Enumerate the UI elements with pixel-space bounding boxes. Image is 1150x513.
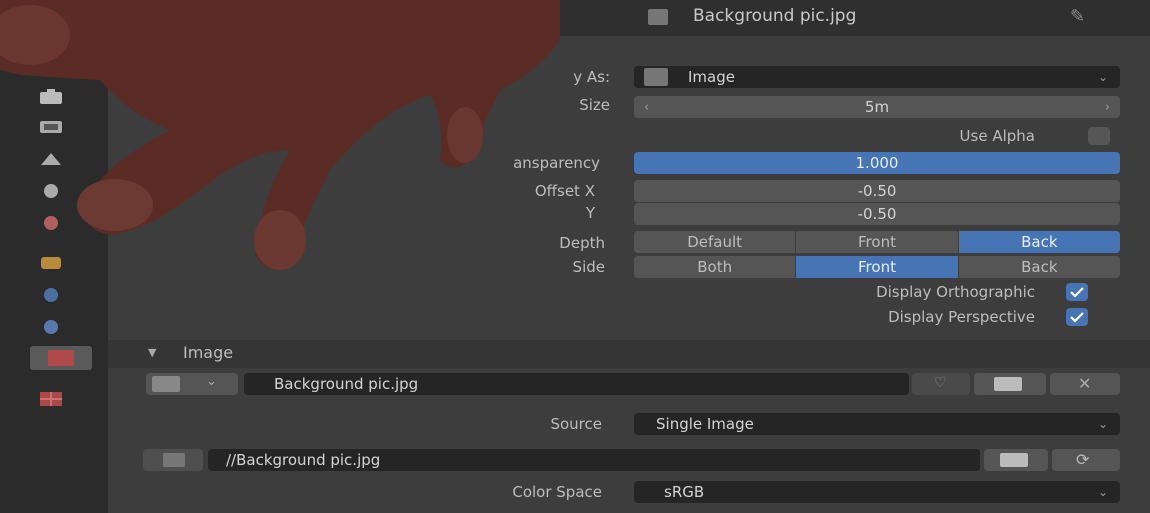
transparency-label: ansparency: [513, 154, 600, 172]
source-dropdown[interactable]: Single Image ⌄: [634, 413, 1120, 435]
decrement-arrow-icon[interactable]: ‹: [644, 100, 649, 115]
offset-y-field[interactable]: -0.50: [634, 203, 1120, 225]
depth-back-option[interactable]: Back: [958, 231, 1120, 253]
open-image-button[interactable]: [974, 373, 1046, 395]
filepath-value: //Background pic.jpg: [226, 451, 381, 469]
side-both-option[interactable]: Both: [634, 256, 797, 278]
package-icon: [163, 453, 185, 467]
source-value: Single Image: [656, 415, 754, 433]
color-space-value: sRGB: [664, 483, 705, 501]
object-data-icon[interactable]: [30, 346, 92, 370]
empty-panel-title: Em: [188, 37, 214, 56]
transparency-value: 1.000: [855, 154, 899, 172]
offset-x-value: -0.50: [857, 182, 897, 200]
offset-x-field[interactable]: -0.50: [634, 180, 1120, 202]
display-as-label: y As:: [573, 68, 610, 86]
use-alpha-label: Use Alpha: [959, 127, 1035, 145]
image-thumbnail-icon: [152, 376, 180, 392]
offset-y-label: Y: [585, 204, 595, 222]
display-as-dropdown[interactable]: Image ⌄: [634, 66, 1120, 88]
view-layer-icon[interactable]: [38, 182, 64, 200]
shield-icon: ♡: [934, 375, 947, 391]
display-orthographic-checkbox[interactable]: [1066, 283, 1088, 301]
output-icon[interactable]: [38, 150, 64, 168]
chevron-down-icon: ⌄: [206, 374, 217, 389]
properties-header: Background pic.jpg ✎: [108, 0, 1150, 36]
image-name-field[interactable]: Background pic.jpg: [244, 373, 909, 395]
image-panel-title: Image: [183, 343, 234, 362]
chevron-down-icon: ⌄: [1097, 70, 1108, 84]
display-orthographic-label: Display Orthographic: [876, 283, 1035, 301]
color-space-label: Color Space: [512, 483, 602, 501]
size-label: Size: [579, 96, 610, 114]
folder-icon: [994, 377, 1022, 391]
size-value: 5m: [864, 98, 890, 116]
side-selector[interactable]: Both Front Back: [634, 256, 1120, 278]
offset-x-label: Offset X: [534, 182, 595, 200]
source-label: Source: [550, 415, 602, 433]
depth-selector[interactable]: Default Front Back: [634, 231, 1120, 253]
collapse-arrow-icon: ▼: [148, 39, 157, 52]
checkmark-icon: [1070, 312, 1084, 323]
offset-y-value: -0.50: [857, 205, 897, 223]
use-alpha-checkbox[interactable]: [1088, 127, 1110, 145]
color-space-dropdown[interactable]: sRGB ⌄: [634, 481, 1120, 503]
display-as-value: Image: [688, 68, 735, 86]
depth-front-option[interactable]: Front: [796, 231, 959, 253]
display-perspective-checkbox[interactable]: [1066, 308, 1088, 326]
render-icon[interactable]: [38, 118, 64, 136]
checkmark-icon: [1070, 287, 1084, 298]
depth-default-option[interactable]: Default: [634, 231, 797, 253]
fake-user-button[interactable]: ♡: [912, 373, 970, 395]
collapse-arrow-icon: ▼: [148, 346, 157, 359]
image-browse-button[interactable]: ⌄: [146, 373, 238, 395]
filepath-field[interactable]: //Background pic.jpg: [208, 449, 980, 471]
image-name-value: Background pic.jpg: [274, 375, 419, 393]
properties-sidebar: [0, 0, 108, 513]
close-icon: ✕: [1078, 374, 1092, 393]
tool-icon[interactable]: [38, 88, 64, 106]
reload-icon: ⟳: [1076, 450, 1090, 469]
browse-file-button[interactable]: [984, 449, 1048, 471]
size-field[interactable]: ‹ 5m ›: [634, 96, 1120, 118]
image-icon: [648, 9, 668, 25]
pack-button[interactable]: [143, 449, 203, 471]
side-back-option[interactable]: Back: [958, 256, 1120, 278]
chevron-down-icon: ⌄: [1097, 485, 1108, 499]
depth-label: Depth: [559, 234, 605, 252]
reload-button[interactable]: ⟳: [1052, 449, 1120, 471]
transparency-slider[interactable]: 1.000: [634, 152, 1120, 174]
image-panel-header[interactable]: ▼ Image: [108, 340, 1150, 368]
modifier-icon[interactable]: [38, 318, 64, 336]
increment-arrow-icon[interactable]: ›: [1105, 100, 1110, 115]
unlink-image-button[interactable]: ✕: [1050, 373, 1120, 395]
folder-icon: [1000, 453, 1028, 467]
side-front-option[interactable]: Front: [796, 256, 959, 278]
scene-icon[interactable]: [38, 214, 64, 232]
display-perspective-label: Display Perspective: [888, 308, 1035, 326]
side-label: Side: [572, 258, 605, 276]
image-type-icon: [644, 68, 668, 86]
world-icon[interactable]: [38, 254, 64, 272]
object-icon[interactable]: [38, 286, 64, 304]
header-title: Background pic.jpg: [693, 6, 857, 26]
empty-panel-header[interactable]: ▼ Em: [108, 36, 1150, 58]
pin-icon[interactable]: ✎: [1070, 6, 1085, 27]
chevron-down-icon: ⌄: [1097, 417, 1108, 431]
texture-icon[interactable]: [38, 390, 64, 408]
